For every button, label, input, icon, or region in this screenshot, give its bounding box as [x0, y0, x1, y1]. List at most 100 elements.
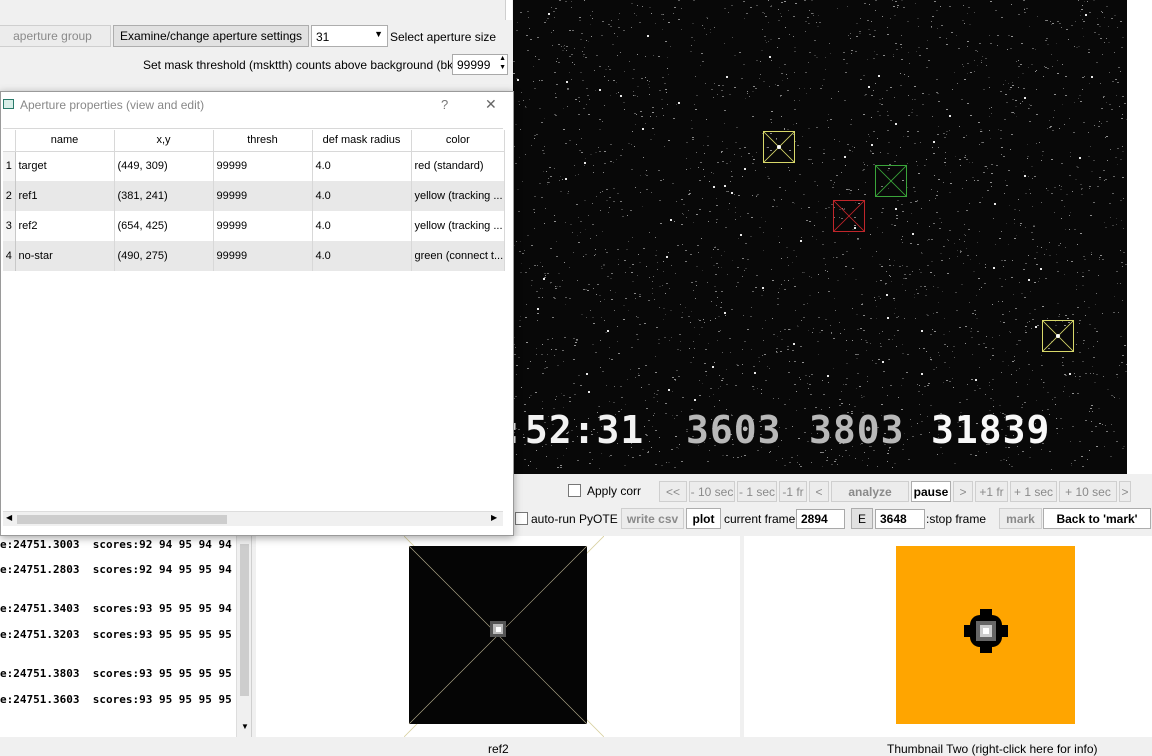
table-cell[interactable]: (654, 425): [114, 211, 214, 241]
dialog-title-bar[interactable]: Aperture properties (view and edit) ? ✕: [1, 92, 513, 118]
mask-threshold-label: Set mask threshold (msktth) counts above…: [143, 58, 477, 72]
table-cell[interactable]: (490, 275): [114, 241, 214, 271]
table-row[interactable]: 3 ref2 (654, 425) 99999 4.0 yellow (trac…: [3, 211, 506, 241]
nav-button[interactable]: >: [953, 481, 973, 502]
chevron-down-icon: ▼: [374, 29, 383, 39]
apply-corr-checkbox[interactable]: [568, 484, 581, 497]
nav-button[interactable]: -1 fr: [779, 481, 807, 502]
row-number: 2: [3, 181, 16, 211]
write-csv-button[interactable]: write csv: [621, 508, 684, 529]
table-cell[interactable]: red (standard): [411, 151, 506, 181]
spin-arrows-icon[interactable]: ▲ ▼: [499, 54, 506, 72]
aperture-group-button[interactable]: aperture group: [0, 25, 111, 47]
table-row[interactable]: 1 target (449, 309) 99999 4.0 red (stand…: [3, 151, 506, 181]
nav-button[interactable]: analyze: [831, 481, 909, 502]
window-icon: [3, 99, 14, 109]
nav-button[interactable]: + 1 sec: [1010, 481, 1057, 502]
log-line: e:24751.3403 scores:93 95 95 95 94: [0, 602, 232, 615]
field-counter-2: 3803: [809, 408, 905, 452]
select-aperture-size-label: Select aperture size: [390, 30, 497, 44]
log-output-panel[interactable]: e:24751.3003 scores:92 94 95 94 94 e:247…: [0, 536, 252, 737]
aperture-ref2-box[interactable]: [1041, 319, 1075, 353]
current-frame-label: current frame:: [724, 512, 799, 526]
column-header[interactable]: x,y: [114, 130, 214, 152]
table-cell[interactable]: 4.0: [312, 181, 412, 211]
apply-corr-label: Apply corr: [587, 484, 642, 498]
field-counter-1: 3603: [686, 408, 782, 452]
table-cell[interactable]: 4.0: [312, 241, 412, 271]
help-icon[interactable]: ?: [441, 97, 448, 112]
aperture-no-star-box[interactable]: [874, 164, 908, 198]
row-number: 3: [3, 211, 16, 241]
log-scrollbar-thumb[interactable]: [240, 544, 249, 696]
aperture-table: name x,y thresh def mask radius color 1 …: [3, 130, 506, 271]
current-frame-input[interactable]: 2894: [796, 509, 845, 529]
nav-button[interactable]: pause: [911, 481, 951, 502]
nav-button[interactable]: - 1 sec: [737, 481, 777, 502]
aperture-target-box[interactable]: [832, 199, 866, 233]
table-cell[interactable]: yellow (tracking ...: [411, 181, 506, 211]
video-frame[interactable]: :52:31 3603 3803 31839: [513, 0, 1127, 474]
log-scrollbar[interactable]: ▼: [236, 536, 251, 737]
log-line: e:24751.2803 scores:92 94 95 95 94: [0, 563, 232, 576]
thumbnail-two[interactable]: [896, 546, 1076, 724]
table-cell[interactable]: ref2: [15, 211, 115, 241]
log-line: e:24751.3203 scores:93 95 95 95 95: [0, 628, 232, 641]
timestamp-overlay: :52:31: [513, 408, 645, 452]
top-control-panel: aperture group Examine/change aperture s…: [0, 0, 512, 92]
nav-button[interactable]: +1 fr: [975, 481, 1008, 502]
aperture-size-select[interactable]: 31 ▼: [311, 25, 388, 47]
e-button[interactable]: E: [851, 508, 873, 529]
table-cell[interactable]: 99999: [213, 181, 313, 211]
log-line: e:24751.3603 scores:93 95 95 95 95: [0, 693, 232, 706]
table-cell[interactable]: 99999: [213, 211, 313, 241]
table-horizontal-scrollbar[interactable]: ◀ ▶: [3, 511, 503, 526]
nav-button[interactable]: + 10 sec: [1059, 481, 1117, 502]
table-cell[interactable]: 99999: [213, 151, 313, 181]
mask-threshold-value: 99999: [457, 58, 491, 72]
column-header[interactable]: def mask radius: [312, 130, 412, 152]
scroll-right-icon[interactable]: ▶: [491, 513, 497, 522]
column-header[interactable]: thresh: [213, 130, 313, 152]
stop-frame-label: :stop frame: [926, 512, 987, 526]
aperture-ref1-box[interactable]: [762, 130, 796, 164]
table-row[interactable]: 2 ref1 (381, 241) 99999 4.0 yellow (trac…: [3, 181, 506, 211]
close-icon[interactable]: ✕: [485, 96, 497, 113]
table-cell[interactable]: target: [15, 151, 115, 181]
examine-aperture-settings-button[interactable]: Examine/change aperture settings: [113, 25, 309, 47]
log-line: e:24751.3803 scores:93 95 95 95 95: [0, 667, 232, 680]
table-cell[interactable]: yellow (tracking ...: [411, 211, 506, 241]
scroll-down-icon[interactable]: ▼: [241, 722, 249, 731]
nav-button[interactable]: <: [809, 481, 829, 502]
nav-button[interactable]: >: [1119, 481, 1131, 502]
table-cell[interactable]: 4.0: [312, 151, 412, 181]
table-row[interactable]: 4 no-star (490, 275) 99999 4.0 green (co…: [3, 241, 506, 271]
table-cell[interactable]: 99999: [213, 241, 313, 271]
column-header[interactable]: color: [411, 130, 506, 152]
back-to-mark-button[interactable]: Back to 'mark': [1043, 508, 1151, 529]
table-cell[interactable]: ref1: [15, 181, 115, 211]
frame-counter-overlay: 31839: [931, 408, 1051, 452]
table-header-row: name x,y thresh def mask radius color: [3, 130, 506, 152]
nav-button[interactable]: <<: [659, 481, 687, 502]
table-cell[interactable]: green (connect t...: [411, 241, 506, 271]
auto-run-pyote-label: auto-run PyOTE: [531, 512, 618, 526]
right-margin: [1127, 0, 1152, 474]
auto-run-pyote-checkbox[interactable]: [515, 512, 528, 525]
table-scrollbar-thumb[interactable]: [17, 515, 227, 524]
column-header[interactable]: name: [15, 130, 115, 152]
table-cell[interactable]: (381, 241): [114, 181, 214, 211]
stop-frame-input[interactable]: 3648: [875, 509, 925, 529]
star-field: [513, 0, 1127, 470]
row-number: 4: [3, 241, 16, 271]
scroll-left-icon[interactable]: ◀: [6, 513, 12, 522]
mask-threshold-spinbox[interactable]: 99999 ▲ ▼: [452, 54, 508, 75]
table-cell[interactable]: 4.0: [312, 211, 412, 241]
table-cell[interactable]: no-star: [15, 241, 115, 271]
table-cell[interactable]: (449, 309): [114, 151, 214, 181]
thumbnail-one[interactable]: [404, 536, 604, 737]
nav-button[interactable]: - 10 sec: [689, 481, 735, 502]
mark-button[interactable]: mark: [999, 508, 1042, 529]
plot-button[interactable]: plot: [686, 508, 721, 529]
aperture-properties-dialog: Aperture properties (view and edit) ? ✕ …: [0, 91, 514, 536]
